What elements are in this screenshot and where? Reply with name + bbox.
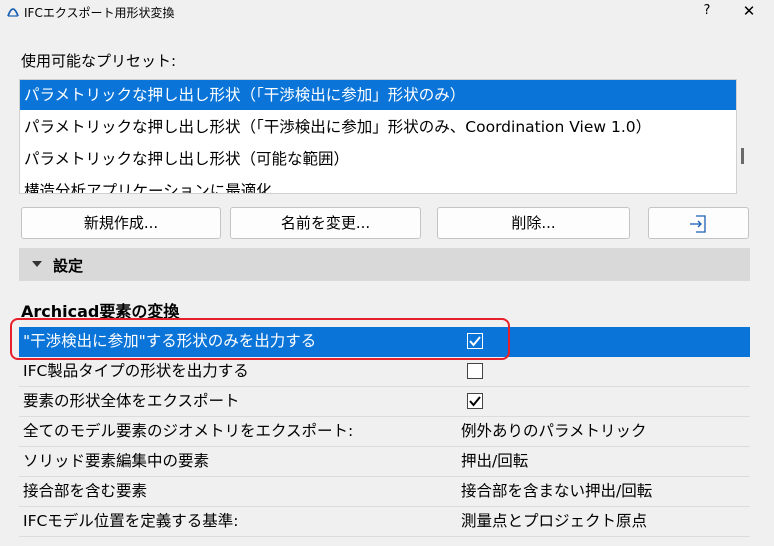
row-value[interactable]: 測量点とプロジェクト原点 [461,507,647,536]
preset-list[interactable]: パラメトリックな押し出し形状（「干渉検出に参加」形状のみ） パラメトリックな押し… [19,79,737,194]
close-button[interactable]: ✕ [738,1,760,21]
row-clash-detection-only[interactable]: "干渉検出に参加"する形状のみを出力する [19,327,750,357]
checkbox-checked[interactable] [467,333,483,349]
rename-preset-button[interactable]: 名前を変更... [230,207,421,239]
row-value[interactable]: 接合部を含まない押出/回転 [461,477,652,506]
preset-item[interactable]: 構造分析アプリケーションに最適化 [20,176,736,193]
export-icon [688,213,710,245]
row-export-full-shape[interactable]: 要素の形状全体をエクスポート [19,387,750,417]
row-value[interactable]: 押出/回転 [461,447,528,476]
section-heading: Archicad要素の変換 [21,302,180,321]
preset-item[interactable]: パラメトリックな押し出し形状（可能な範囲） [20,144,736,174]
row-label: IFCモデル位置を定義する基準: [23,512,239,530]
row-product-type-shape[interactable]: IFC製品タイプの形状を出力する [19,357,750,387]
expand-arrow-icon [32,261,42,267]
row-label: "干渉検出に参加"する形状のみを出力する [23,332,317,350]
settings-label: 設定 [53,257,84,275]
preset-item[interactable]: パラメトリックな押し出し形状（「干渉検出に参加」形状のみ、Coordinatio… [20,112,736,142]
presets-label: 使用可能なプリセット: [21,52,177,70]
row-label: ソリッド要素編集中の要素 [23,452,210,470]
row-model-position[interactable]: IFCモデル位置を定義する基準: 測量点とプロジェクト原点 [19,507,750,537]
new-preset-button[interactable]: 新規作成... [21,207,221,239]
row-label: 全てのモデル要素のジオメトリをエクスポート: [23,422,354,440]
row-solid-element-ops[interactable]: ソリッド要素編集中の要素 押出/回転 [19,447,750,477]
row-export-geometry[interactable]: 全てのモデル要素のジオメトリをエクスポート: 例外ありのパラメトリック [19,417,750,447]
title-bar: IFCエクスポート用形状変換 ? ✕ [0,0,774,24]
row-value[interactable]: 例外ありのパラメトリック [461,417,647,446]
export-preset-button[interactable] [648,207,749,239]
settings-section-header[interactable]: 設定 [19,248,750,281]
checkbox-unchecked[interactable] [467,363,483,379]
window-title: IFCエクスポート用形状変換 [24,6,175,20]
help-button[interactable]: ? [697,1,717,21]
checkbox-checked[interactable] [467,393,483,409]
row-label: 接合部を含む要素 [23,482,148,500]
delete-preset-button[interactable]: 削除... [437,207,630,239]
preset-list-scrollbar[interactable] [741,148,744,164]
row-junction-elements[interactable]: 接合部を含む要素 接合部を含まない押出/回転 [19,477,750,507]
row-label: IFC製品タイプの形状を出力する [23,362,249,380]
archicad-app-icon [6,3,20,22]
row-label: 要素の形状全体をエクスポート [23,392,240,410]
preset-item-selected[interactable]: パラメトリックな押し出し形状（「干渉検出に参加」形状のみ） [20,80,736,110]
